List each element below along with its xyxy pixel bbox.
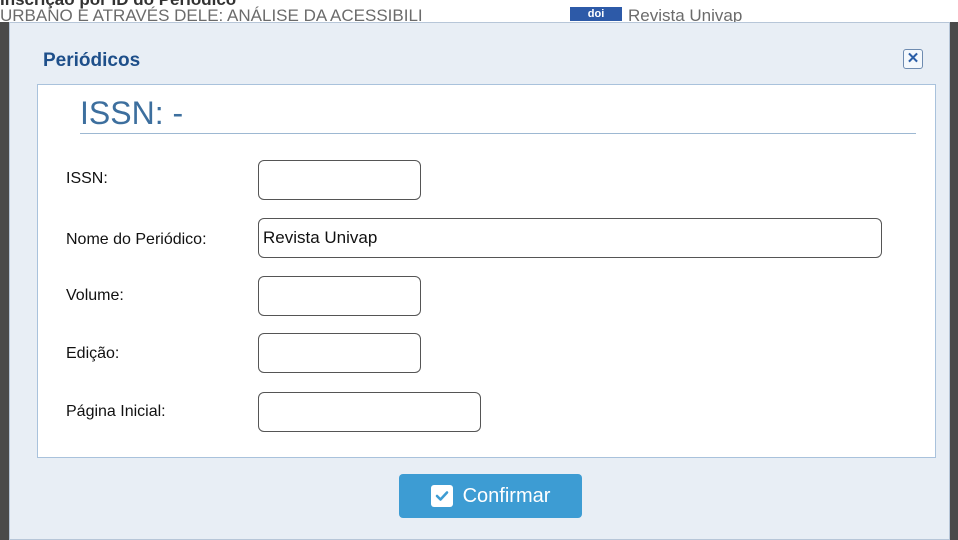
background-journal-text: Revista Univap <box>628 6 743 22</box>
periodicos-dialog: Periódicos ✕ ISSN: - ISSN: Nome do Perió… <box>9 22 950 540</box>
issn-header: ISSN: - <box>80 93 916 134</box>
close-icon: ✕ <box>906 50 920 67</box>
volume-input[interactable] <box>258 276 421 316</box>
doi-badge: doi <box>570 7 622 21</box>
dialog-title: Periódicos <box>43 50 141 71</box>
confirm-button[interactable]: Confirmar <box>399 474 582 518</box>
edicao-input[interactable] <box>258 333 421 373</box>
check-icon <box>430 485 453 507</box>
edicao-label: Edição: <box>66 345 120 362</box>
issn-label: ISSN: <box>66 170 108 187</box>
issn-input[interactable] <box>258 160 421 200</box>
nome-periodico-input[interactable] <box>258 218 882 258</box>
pagina-inicial-label: Página Inicial: <box>66 403 166 420</box>
pagina-inicial-input[interactable] <box>258 392 481 432</box>
volume-label: Volume: <box>66 287 124 304</box>
confirm-label: Confirmar <box>462 484 551 507</box>
background-text: URBANO E ATRAVÉS DELE: ANÁLISE DA ACESSI… <box>0 6 423 22</box>
modal-overlay-left <box>0 22 9 540</box>
close-button[interactable]: ✕ <box>903 49 923 69</box>
background-page-strip: Inscrição por ID do Periódico URBANO E A… <box>0 0 958 22</box>
nome-periodico-label: Nome do Periódico: <box>66 231 207 248</box>
form-panel: ISSN: - ISSN: Nome do Periódico: Volume:… <box>37 84 936 458</box>
modal-overlay-right <box>950 22 958 540</box>
